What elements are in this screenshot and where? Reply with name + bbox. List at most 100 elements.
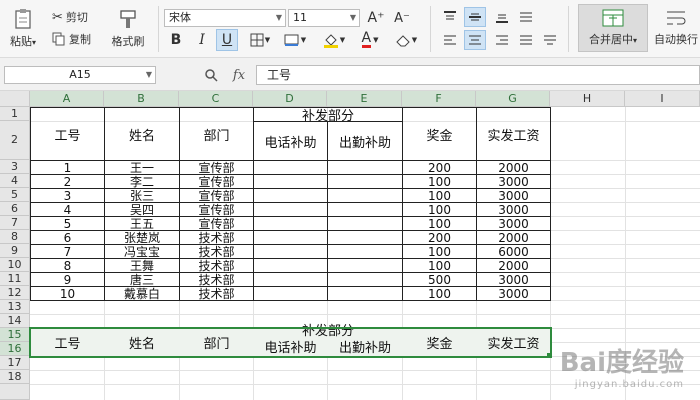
cell-travel[interactable] <box>328 175 402 188</box>
select-all-corner[interactable] <box>0 91 30 107</box>
row-header-13[interactable]: 13 <box>0 300 30 314</box>
row-header-2[interactable]: 2 <box>0 121 30 160</box>
header-dept[interactable]: 部门 <box>180 108 253 160</box>
bold-button[interactable]: B <box>166 30 186 50</box>
row-header-3[interactable]: 3 <box>0 160 30 174</box>
cell-travel[interactable] <box>328 161 402 174</box>
row-header-18[interactable]: 18 <box>0 370 30 384</box>
cell-phone[interactable] <box>254 189 327 202</box>
cell-id[interactable]: 3 <box>31 189 104 203</box>
cell-bonus[interactable]: 200 <box>403 161 476 175</box>
cell-pay[interactable]: 3000 <box>477 203 550 217</box>
copy-button[interactable]: 复制 <box>52 30 91 48</box>
cell-id[interactable]: 7 <box>31 245 104 259</box>
header-bonus[interactable]: 奖金 <box>403 108 476 160</box>
selection-range[interactable] <box>29 327 552 358</box>
row-header-9[interactable]: 9 <box>0 244 30 258</box>
column-header-b[interactable]: B <box>104 91 179 107</box>
row-header-11[interactable]: 11 <box>0 272 30 286</box>
cell-id[interactable]: 10 <box>31 287 104 301</box>
cell-id[interactable]: 2 <box>31 175 104 189</box>
row-header-16[interactable]: 16 <box>0 342 30 356</box>
cell-phone[interactable] <box>254 175 327 188</box>
formula-input[interactable]: 工号 <box>256 65 700 85</box>
fill-handle[interactable] <box>547 353 552 358</box>
paste-button[interactable]: 粘贴▾ <box>4 4 42 52</box>
grow-font-button[interactable]: A⁺ <box>366 8 386 28</box>
cell-pay[interactable]: 6000 <box>477 245 550 259</box>
column-header-h[interactable]: H <box>550 91 625 107</box>
cell-phone[interactable] <box>254 203 327 216</box>
header-travel[interactable]: 出勤补助 <box>328 122 402 160</box>
name-box[interactable]: A15 ▼ <box>4 66 156 84</box>
cell-bonus[interactable]: 500 <box>403 273 476 287</box>
row-header-17[interactable]: 17 <box>0 356 30 370</box>
cell-bonus[interactable]: 100 <box>403 217 476 231</box>
cell-id[interactable]: 9 <box>31 273 104 287</box>
cell-phone[interactable] <box>254 245 327 258</box>
distribute-button[interactable] <box>540 31 560 49</box>
justify-button[interactable] <box>516 31 536 49</box>
row-header-8[interactable]: 8 <box>0 230 30 244</box>
cell-phone[interactable] <box>254 161 327 174</box>
column-header-c[interactable]: C <box>179 91 253 107</box>
align-right-button[interactable] <box>492 31 512 49</box>
cell-travel[interactable] <box>328 259 402 272</box>
column-header-i[interactable]: I <box>625 91 700 107</box>
cell-id[interactable]: 4 <box>31 203 104 217</box>
auto-wrap-button[interactable]: 自动换行 <box>652 4 700 52</box>
row-header-10[interactable]: 10 <box>0 258 30 272</box>
header-pay[interactable]: 实发工资 <box>477 108 550 160</box>
cell-phone[interactable] <box>254 259 327 272</box>
cell-pay[interactable]: 3000 <box>477 175 550 189</box>
borders-button[interactable]: ▼ <box>246 30 274 50</box>
row-header-5[interactable]: 5 <box>0 188 30 202</box>
underline-button[interactable]: U <box>216 29 238 51</box>
fill-color-button[interactable]: ▼ <box>318 30 350 50</box>
align-bottom-button[interactable] <box>492 8 512 26</box>
format-painter-button[interactable]: 格式刷 <box>104 4 152 52</box>
header-allowance[interactable]: 补发部分 <box>254 108 402 124</box>
cell-phone[interactable] <box>254 273 327 286</box>
cell-pay[interactable]: 3000 <box>477 287 550 301</box>
align-center-button[interactable] <box>464 30 486 50</box>
cell-bonus[interactable]: 100 <box>403 203 476 217</box>
column-header-g[interactable]: G <box>476 91 550 107</box>
fill-style-button[interactable]: ▼ <box>280 30 310 50</box>
merge-center-button[interactable]: 合并居中▾ <box>578 4 648 52</box>
cell-pay[interactable]: 3000 <box>477 273 550 287</box>
cell-travel[interactable] <box>328 189 402 202</box>
font-color-button[interactable]: A ▼ <box>356 30 384 50</box>
cell-pay[interactable]: 3000 <box>477 189 550 203</box>
align-top-button[interactable] <box>440 8 460 26</box>
font-name-select[interactable]: 宋体 ▼ <box>164 9 286 27</box>
italic-button[interactable]: I <box>192 30 212 50</box>
clear-button[interactable]: ▼ <box>392 30 420 50</box>
cell-pay[interactable]: 3000 <box>477 217 550 231</box>
spreadsheet-grid[interactable]: A B C D E F G H I 1 2 3 4 5 6 7 8 9 10 1… <box>0 91 700 400</box>
shrink-font-button[interactable]: A⁻ <box>392 8 412 28</box>
row-header-15[interactable]: 15 <box>0 328 30 342</box>
cell-id[interactable]: 6 <box>31 231 104 245</box>
cell-bonus[interactable]: 100 <box>403 189 476 203</box>
row-header-14[interactable]: 14 <box>0 314 30 328</box>
cell-id[interactable]: 8 <box>31 259 104 273</box>
align-left-button[interactable] <box>440 31 460 49</box>
cut-button[interactable]: ✂ 剪切 <box>52 8 88 26</box>
text-direction-button[interactable] <box>516 8 536 26</box>
row-header-1[interactable]: 1 <box>0 107 30 121</box>
cell-phone[interactable] <box>254 217 327 230</box>
insert-function-button[interactable]: fx <box>228 66 250 84</box>
cell-dept[interactable]: 技术部 <box>180 287 253 301</box>
cell-bonus[interactable]: 100 <box>403 245 476 259</box>
header-phone[interactable]: 电话补助 <box>254 122 327 160</box>
cell-pay[interactable]: 2000 <box>477 161 550 175</box>
align-middle-button[interactable] <box>464 7 486 27</box>
cell-bonus[interactable]: 100 <box>403 287 476 301</box>
row-header-7[interactable]: 7 <box>0 216 30 230</box>
cell-travel[interactable] <box>328 287 402 300</box>
header-id[interactable]: 工号 <box>31 108 104 160</box>
cell-id[interactable]: 5 <box>31 217 104 231</box>
font-size-select[interactable]: 11 ▼ <box>288 9 360 27</box>
cell-bonus[interactable]: 200 <box>403 231 476 245</box>
